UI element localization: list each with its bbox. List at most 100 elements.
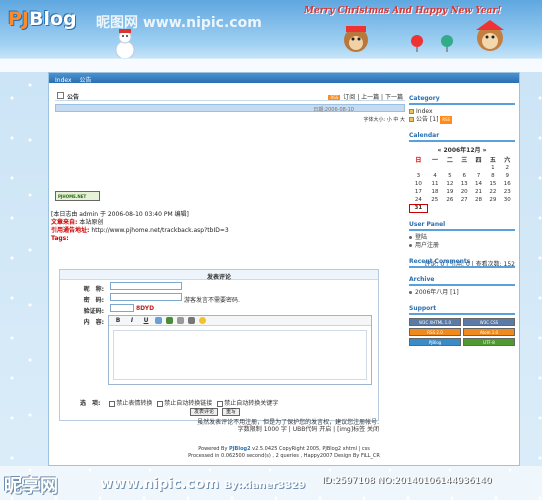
verify-row: 验证码: 8DYD [83,304,155,315]
user-panel-block: User Panel 登陆 用户注册 [409,221,515,250]
smiley-icon[interactable] [199,317,206,324]
bold-button[interactable]: B [113,317,123,324]
css-badge[interactable]: W3C CSS [463,317,515,326]
password-input[interactable] [110,293,182,301]
comment-editor: B I U [108,315,372,385]
archive-title: Archive [409,276,515,286]
verify-input[interactable] [110,304,134,312]
xhtml-badge[interactable]: W3C XHTML 1.0 [409,317,461,326]
prev-post-link[interactable]: 上一篇 [361,94,379,101]
nav-item-index[interactable]: Index [55,77,72,84]
blog-logo[interactable]: PJBlog [8,8,77,30]
archive-item[interactable]: 2006年八月 [1] [409,289,515,297]
next-post-link[interactable]: 下一篇 [385,94,403,101]
rss-icon[interactable]: RSS [440,116,453,124]
nickname-row: 昵 称: [60,282,378,293]
link-insert-icon[interactable] [166,317,173,324]
nav-bar: Index 公告 [49,73,519,84]
disable-keyword-checkbox[interactable] [217,400,224,407]
category-item-index[interactable]: Index [409,108,515,116]
reset-button[interactable]: 重写 [221,408,240,416]
archive-block: Archive 2006年八月 [1] [409,276,515,297]
login-link[interactable]: 登陆 [409,234,515,242]
footer-powered-by: Powered By PJBlog2 v2.5.0425 CopyRight 2… [198,446,370,452]
calendar-week: 17 18 19 20 21 22 23 [414,189,511,195]
subscribe-link[interactable]: 订阅 [343,94,355,101]
support-block: Support W3C XHTML 1.0 W3C CSS RSS 2.0 At… [409,305,515,346]
source-line: 文章来自: 本站原创 [51,219,104,226]
calendar-today[interactable]: 31 [409,203,428,213]
nav-item-announcement[interactable]: 公告 [79,77,91,84]
comment-form-title: 发表评论 [60,270,378,281]
calendar-week: 31 [409,203,515,213]
image-insert-icon[interactable] [155,317,162,324]
prev-month-arrow[interactable]: « [437,147,441,154]
sidebar: Category Index 公告 [1] RSS Calendar « 200… [409,95,515,354]
verify-code-image: 8DYD [136,305,155,312]
calendar-weekdays: 日 一 二 三 四 五 六 [415,157,511,164]
post-content: 公告 RSS 订阅 | 上一篇 | 下一篇 日期:2006-08-10 字体大小… [55,89,405,123]
italic-button[interactable]: I [127,317,137,324]
page-footer: Powered By PJBlog2 v2.5.0425 CopyRight 2… [48,446,520,460]
folder-icon [409,109,414,114]
user-panel-title: User Panel [409,221,515,231]
calendar-month: « 2006年12月 » [437,147,487,154]
bullet-icon [409,243,412,247]
ornament-icon [411,35,423,52]
post-header: 公告 RSS 订阅 | 上一篇 | 下一篇 [55,89,405,101]
comment-options: 选 项: 禁止表情转换 禁止自动转换链接 禁止自动转换关键字 [80,400,279,407]
editor-toolbar: B I U [109,316,371,326]
edit-info: [本日志由 admin 于 2006-08-10 03:40 PM 编辑] [51,211,189,218]
footer-brand-link[interactable]: PJBlog2 [229,446,251,452]
category-item-announcement[interactable]: 公告 [1] RSS [409,116,515,124]
utf8-badge[interactable]: UTF-8 [463,337,515,346]
password-note: 游客发言不需要密码. [184,297,240,304]
bullet-icon [409,290,412,294]
calendar-title: Calendar [409,132,515,142]
folder-icon [409,117,414,122]
nickname-input[interactable] [110,282,182,290]
register-link[interactable]: 用户注册 [409,242,515,250]
calendar-week: 3456789 [416,173,510,179]
next-month-arrow[interactable]: » [483,147,487,154]
trackback-line: 引用通告地址: http://www.pjhome.net/trackback.… [51,227,229,234]
comment-textarea[interactable] [113,330,367,380]
quote-insert-icon[interactable] [188,317,195,324]
disable-autolink-checkbox[interactable] [157,400,164,407]
ornament-icon [441,35,453,52]
category-block: Category Index 公告 [1] RSS [409,95,515,124]
footer-processed-info: Processed in 0.062500 second(s) , 2 quer… [188,453,380,459]
watermark-site: 昵享网 [4,476,58,497]
calendar-week: 12 [491,165,510,171]
atom-badge[interactable]: Atom 1.0 [463,327,515,336]
watermark-url: www.nipic.com By:xianer3329 [100,476,306,492]
bullet-icon [409,235,412,239]
support-title: Support [409,305,515,315]
calendar-block: Calendar « 2006年12月 » 日 一 二 三 四 五 六 12 3… [409,132,515,213]
christmas-banner-text: Merry Christmas And Happy New Year! [304,6,502,16]
monkey-icon [344,26,368,52]
disable-smiley-checkbox[interactable] [109,400,116,407]
rss-icon: RSS [328,95,341,100]
post-date-bar: 日期:2006-08-10 [55,104,405,113]
calendar-table: 日 一 二 三 四 五 六 12 3456789 10 11 12 13 14 15 16 [409,155,515,213]
watermark-bottom: 昵享网 www.nipic.com By:xianer3329 ID:25971… [0,466,542,500]
recent-comments-block: Recent Comments [409,258,515,268]
post-meta: [本日志由 admin 于 2006-08-10 03:40 PM 编辑] 文章… [51,211,401,243]
comment-form: 发表评论 昵 称: 密 码: 游客发言不需要密码. 验证码: 8DYD 内 容:… [59,269,379,421]
font-size-selector[interactable]: 字体大小: 小 中 大 [55,116,405,123]
comment-form-notes: 虽然发表评论不用注册，但是为了保护您的发言权，建议您注册帐号. 字数限制 100… [197,419,379,433]
pjblog-badge[interactable]: PJBlog [409,337,461,346]
submit-comment-button[interactable]: 发表评论 [190,408,219,416]
calendar-week: 24 25 26 27 28 29 30 [414,196,511,203]
site-banner-image[interactable]: PJHOME.NET [55,191,100,201]
post-document-icon [57,92,64,99]
rss-badge[interactable]: RSS 2.0 [409,327,461,336]
tags-line: Tags: [51,235,69,242]
password-row: 密 码: 游客发言不需要密码. [60,293,378,304]
underline-button[interactable]: U [141,317,151,324]
post-date: 日期:2006-08-10 [313,107,354,113]
snowman-icon [115,29,135,60]
media-insert-icon[interactable] [177,317,184,324]
trackback-url[interactable]: http://www.pjhome.net/trackback.asp?tbID… [91,227,228,234]
